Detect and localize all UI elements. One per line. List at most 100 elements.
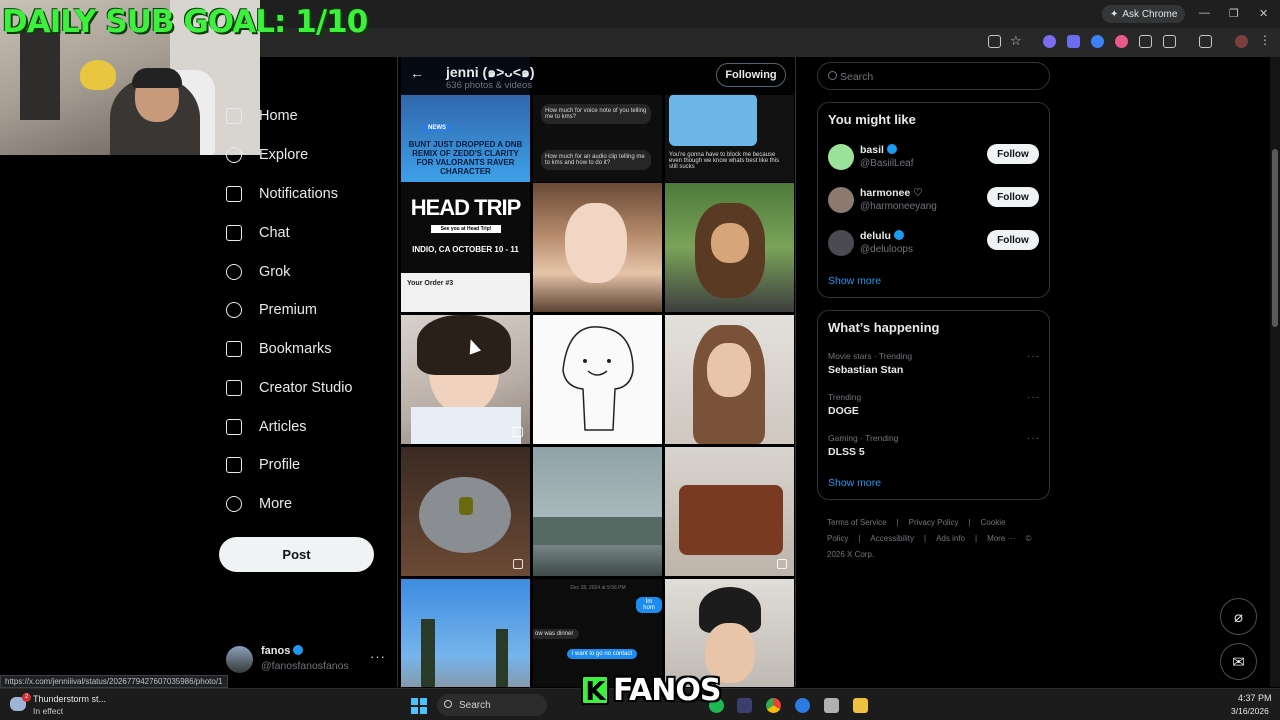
app-icon[interactable] (795, 698, 810, 713)
nav-item-explore[interactable]: Explore (226, 141, 308, 169)
media-tile[interactable] (665, 447, 794, 576)
nav-item-label: Home (259, 108, 298, 124)
media-tile[interactable] (533, 315, 662, 444)
chrome-icon[interactable] (766, 698, 781, 713)
profile-header: ← jenni (๑>ᴗ<๑) 636 photos & videos Foll… (398, 57, 795, 95)
extension-icon[interactable] (1067, 35, 1080, 48)
extensions-puzzle-icon[interactable] (1163, 35, 1176, 48)
extension-icon[interactable] (1139, 35, 1152, 48)
install-app-icon[interactable] (988, 35, 1001, 48)
show-more-link[interactable]: Show more (828, 477, 881, 489)
search-input[interactable]: Search (817, 62, 1050, 90)
media-tile[interactable]: Dec 28, 2024 at 9:56 PM Im hom ow was di… (533, 579, 662, 687)
app-icon[interactable] (737, 698, 752, 713)
extension-icon[interactable] (1043, 35, 1056, 48)
avatar (828, 187, 854, 213)
close-icon[interactable]: ✕ (1259, 7, 1268, 20)
star-icon[interactable]: ☆ (1010, 33, 1023, 48)
menu-kebab-icon[interactable]: ⋮ (1259, 33, 1272, 47)
multi-photo-icon (513, 427, 523, 437)
more-icon[interactable]: ··· (1027, 392, 1040, 403)
trend-item[interactable]: Gaming · Trending DLSS 5 ··· (828, 433, 1040, 467)
footer-separator: | (896, 518, 899, 527)
nav-item-articles[interactable]: Articles (226, 413, 307, 441)
following-button[interactable]: Following (716, 63, 786, 87)
media-tile[interactable] (665, 315, 794, 444)
trend-item[interactable]: Movie stars · Trending Sebastian Stan ··… (828, 351, 1040, 385)
nav-item-label: Grok (259, 264, 291, 280)
nav-item-premium[interactable]: Premium (226, 296, 317, 324)
media-tile[interactable] (401, 447, 530, 576)
follow-button[interactable]: Follow (987, 187, 1039, 207)
footer-link[interactable]: Ads info (936, 534, 965, 543)
ask-chrome-button[interactable]: ✦ Ask Chrome (1102, 5, 1186, 23)
nav-item-notifications[interactable]: Notifications (226, 180, 338, 208)
more-icon[interactable]: ··· (370, 649, 386, 664)
media-tile[interactable] (665, 183, 794, 312)
more-icon[interactable]: ··· (1027, 351, 1040, 362)
x-premium-icon (226, 302, 242, 318)
footer-link[interactable]: Accessibility (870, 534, 914, 543)
extension-icon[interactable] (1091, 35, 1104, 48)
suggestion-row[interactable]: basil @BasiilLeaf Follow (828, 141, 1040, 177)
tile-caption: BUNT JUST DROPPED A DNB REMIX OF ZEDD'S … (408, 140, 523, 176)
scrollbar[interactable] (1270, 57, 1280, 687)
more-icon[interactable]: ··· (1027, 433, 1040, 444)
media-tile[interactable] (533, 447, 662, 576)
nav-item-more[interactable]: More (226, 490, 292, 518)
scrollbar-thumb[interactable] (1272, 149, 1278, 327)
media-tile[interactable] (401, 315, 530, 444)
media-tile[interactable]: HEAD TRIP See you at Head Trip! INDIO, C… (401, 183, 530, 312)
messages-icon[interactable]: ✉ (1220, 643, 1257, 680)
nav-item-home[interactable]: Home (226, 102, 298, 130)
weather-title[interactable]: Thunderstorm st... (33, 694, 106, 704)
nav-item-chat[interactable]: Chat (226, 219, 290, 247)
nav-item-label: Profile (259, 457, 301, 473)
back-arrow-icon[interactable]: ← (410, 65, 424, 81)
news-tag: NEWS (423, 124, 451, 132)
footer-separator: | (968, 518, 971, 527)
profile-avatar[interactable] (1235, 35, 1248, 48)
follow-button[interactable]: Follow (987, 144, 1039, 164)
media-tile[interactable] (533, 183, 662, 312)
footer-link[interactable]: Terms of Service (827, 518, 887, 527)
chat-bubble: i want to go no contact (567, 649, 638, 659)
weather-status: In effect (33, 706, 64, 716)
taskbar-search[interactable]: Search (437, 694, 547, 716)
verified-icon (893, 230, 904, 240)
tile-caption: You're gonna have to block me because ev… (669, 152, 780, 170)
account-switcher[interactable]: fanos @fanosfanosfanos ··· (226, 643, 386, 675)
trend-item[interactable]: Trending DOGE ··· (828, 392, 1040, 426)
app-icon[interactable] (824, 698, 839, 713)
nav-item-bookmarks[interactable]: Bookmarks (226, 335, 332, 363)
footer-link[interactable]: Privacy Policy (909, 518, 959, 527)
avatar (226, 646, 253, 673)
status-url: https://x.com/jenniiival/status/20267794… (0, 675, 228, 688)
file-explorer-icon[interactable] (853, 698, 868, 713)
nav-item-profile[interactable]: Profile (226, 451, 300, 479)
nav-item-label: Premium (259, 302, 318, 318)
extension-icon[interactable] (1115, 35, 1128, 48)
side-panel-icon[interactable] (1199, 35, 1212, 48)
person-icon (226, 457, 242, 473)
suggestion-row[interactable]: harmonee ♡ @harmoneeyang Follow (828, 184, 1040, 220)
you-might-like-panel: You might like basil @BasiilLeaf Follow … (817, 102, 1050, 298)
grok-icon[interactable]: ⌀ (1220, 598, 1257, 635)
post-button[interactable]: Post (219, 537, 374, 572)
nav-item-label: More (259, 496, 293, 512)
clock-time[interactable]: 4:37 PM (1238, 693, 1272, 703)
show-more-link[interactable]: Show more (828, 275, 881, 287)
nav-item-label: Creator Studio (259, 380, 353, 396)
suggestion-row[interactable]: delulu @deluloops Follow (828, 227, 1040, 263)
footer-link[interactable]: More ··· (987, 534, 1015, 543)
media-tile[interactable] (665, 579, 794, 687)
windows-start-icon[interactable] (411, 698, 427, 714)
nav-item-creator-studio[interactable]: Creator Studio (226, 374, 353, 402)
media-tile[interactable] (401, 579, 530, 687)
avatar (828, 144, 854, 170)
nav-item-grok[interactable]: Grok (226, 258, 290, 286)
clock-date[interactable]: 3/16/2026 (1231, 706, 1269, 716)
restore-icon[interactable]: ❐ (1229, 7, 1239, 20)
follow-button[interactable]: Follow (987, 230, 1039, 250)
minimize-icon[interactable]: — (1199, 7, 1210, 19)
